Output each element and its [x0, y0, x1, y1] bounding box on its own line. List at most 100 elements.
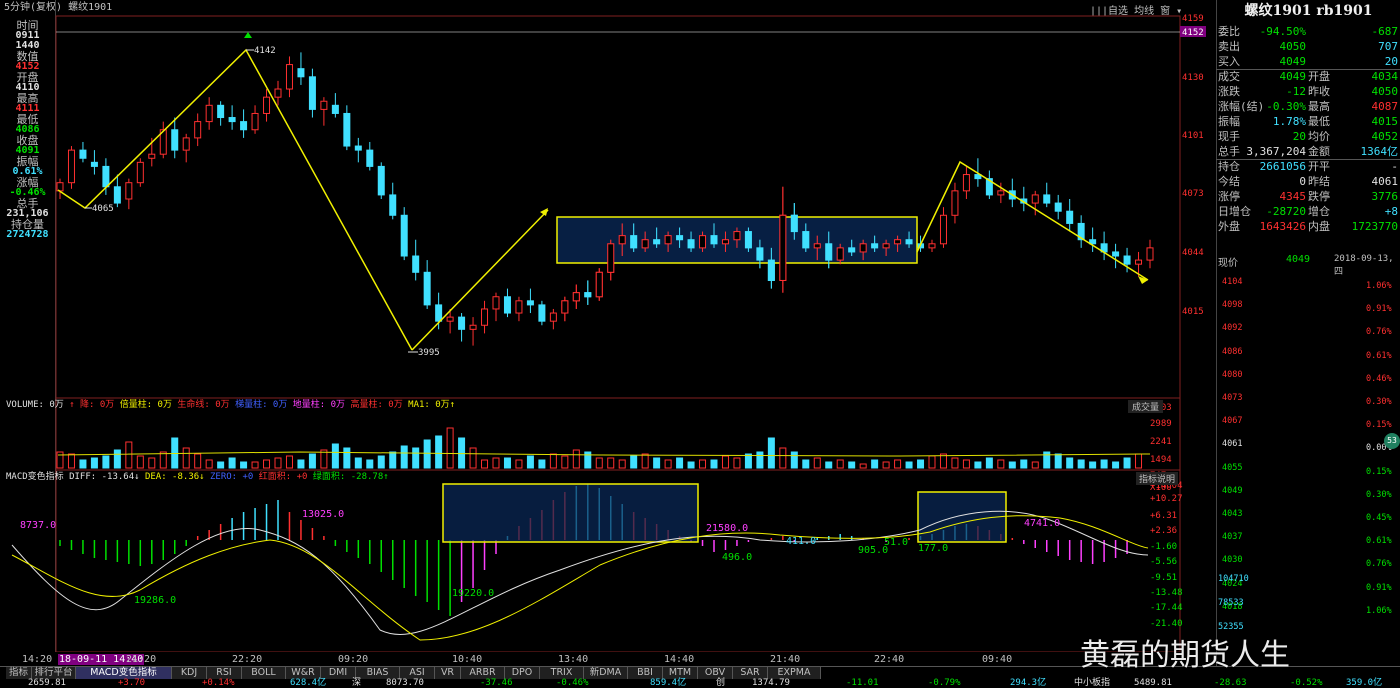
indicator-tab[interactable]: 新DMA [584, 667, 628, 679]
candle-body [641, 239, 649, 249]
candle-body [194, 121, 202, 139]
candle-body [584, 292, 592, 298]
indicator-tab[interactable]: BOLL [242, 667, 286, 679]
volume-bar [813, 457, 821, 469]
candle-body [699, 235, 707, 249]
candle-body [113, 186, 121, 204]
volume-bar [67, 453, 75, 469]
volume-bar [435, 435, 443, 469]
status-value: +3.70 [118, 678, 146, 688]
candle-body [1123, 255, 1131, 265]
marker-arrow [244, 32, 252, 38]
quote-row: 委比 -94.50% -687 [1216, 24, 1400, 39]
price-axis-tick: 4130 [1182, 73, 1204, 83]
candle-body [859, 243, 867, 253]
float-badge[interactable]: 53 [1384, 433, 1400, 449]
kline-chart-area[interactable]: 4159 4152 4130 4101 4073 4044 4015 4142 4065 3995… [0, 0, 1216, 652]
volume-bar [848, 461, 856, 469]
candle-body [1146, 247, 1154, 261]
macd-area-label: 411.0 [786, 536, 816, 547]
quote-row: 外盘 1643426 内盘 1723770 [1216, 219, 1400, 234]
volume-bar [917, 459, 925, 469]
macd-area-label: 13025.0 [302, 509, 344, 520]
candle-body [67, 149, 75, 184]
candle-body [148, 153, 156, 159]
time-tick: 09:20 [338, 654, 369, 665]
volume-bar [102, 455, 110, 469]
status-value: 深 [352, 678, 362, 688]
volume-bar [148, 457, 156, 469]
status-value: 859.4亿 [650, 678, 687, 688]
quote-row: 涨跌 -12 昨收 4050 [1216, 84, 1400, 99]
volume-bar [366, 459, 374, 469]
candle-body [825, 243, 833, 261]
candle-body [354, 145, 362, 151]
candle-body [905, 239, 913, 245]
status-value: 中小板指 [1074, 678, 1111, 688]
volume-bar [400, 445, 408, 469]
quote-value: -687 [1371, 25, 1399, 38]
candle-body [285, 64, 293, 90]
quote-value: 3776 [1371, 190, 1399, 203]
candle-body [308, 76, 316, 110]
volume-bar [549, 453, 557, 469]
quote-value: 4034 [1371, 70, 1399, 83]
indicator-help-button[interactable]: 指标说明 [1136, 472, 1179, 485]
candle-body [435, 304, 443, 322]
mini-pct-tick: 0.91% [1366, 582, 1392, 593]
mini-pct-tick: 0.91% [1366, 304, 1392, 315]
candle-body [871, 243, 879, 249]
volume-bar [274, 457, 282, 469]
indicator-tab[interactable]: DMI [321, 667, 356, 679]
mini-pct-tick: 0.76% [1366, 327, 1392, 338]
quote-date: 2018-09-13,四 [1334, 254, 1394, 277]
mini-price-tick: 4049 [1222, 485, 1243, 496]
volume-bar [515, 459, 523, 469]
status-value: 294.3亿 [1010, 678, 1047, 688]
volume-bar [802, 459, 810, 469]
macd-area-label: 51.0 [884, 537, 908, 548]
time-tick: 22:40 [874, 654, 905, 665]
mini-price-tick: 4073 [1222, 393, 1243, 403]
macd-area-label: 8737.0 [20, 520, 56, 531]
volume-bar [377, 455, 385, 469]
volume-legend: VOLUME: 0万 ↑ 降: 0万 倍量柱: 0万 生命线: 0万 梯量柱: … [6, 400, 456, 410]
volume-bar [56, 451, 64, 469]
macd-area-label: 19286.0 [134, 595, 176, 606]
indicator-tab[interactable]: VR [435, 667, 461, 679]
quote-value: 4087 [1371, 100, 1399, 113]
volume-type-dropdown[interactable]: 成交量 [1128, 400, 1164, 413]
mini-pct-tick: 0.15% [1366, 466, 1392, 477]
candle-body [400, 214, 408, 257]
candle-body [228, 117, 236, 123]
candle-body [572, 292, 580, 302]
macd-area-label: 496.0 [722, 552, 752, 563]
macd-area-label: 4741.0 [1024, 518, 1060, 529]
candle-body [607, 243, 615, 273]
volume-bar [699, 459, 707, 469]
candle-body [848, 247, 856, 253]
mini-pct-tick: 1.06% [1366, 605, 1392, 616]
candle-body [1112, 251, 1120, 257]
status-value: 5489.81 [1134, 678, 1172, 688]
volume-bar [653, 457, 661, 469]
volume-bar [859, 463, 867, 469]
volume-bar [331, 443, 339, 469]
candle-body [549, 312, 557, 322]
quote-row: 日增仓 -28720 增仓 +8 [1216, 204, 1400, 219]
candle-body [389, 194, 397, 216]
macd-axis-tick: -13.48 [1150, 588, 1183, 598]
quote-row: 今结 0 昨结 4061 [1216, 174, 1400, 189]
volume-bar [503, 457, 511, 469]
volume-bar [1008, 461, 1016, 469]
volume-bar [1112, 461, 1120, 469]
candle-body [297, 68, 305, 78]
macd-highlight-box [442, 483, 699, 543]
status-value: -28.63 [1214, 678, 1247, 688]
macd-axis-tick: -21.40 [1150, 619, 1183, 629]
candle-body [790, 214, 798, 233]
volume-bar [928, 455, 936, 469]
macd-axis-tick: +2.36 [1150, 526, 1177, 536]
candle-body [962, 174, 970, 192]
status-value: 创 [716, 678, 726, 688]
